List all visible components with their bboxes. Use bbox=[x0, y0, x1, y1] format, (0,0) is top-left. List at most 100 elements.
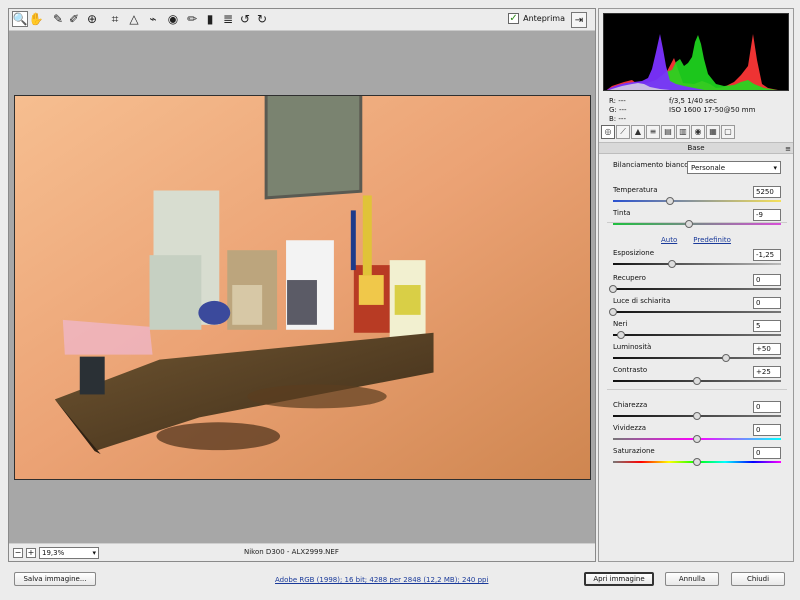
default-link[interactable]: Predefinito bbox=[693, 236, 731, 244]
tool-bar: 🔍 ✋ ✎ ✐ ⊕ ⌗ △ ⌁ ◉ ✏ ▮ ≣ ↺ ↻ ✓ Anteprima … bbox=[9, 9, 595, 31]
brightness-value-field[interactable]: +50 bbox=[753, 343, 781, 355]
exposure-label: Esposizione bbox=[613, 249, 655, 257]
tint-row: Tinta -9 bbox=[613, 209, 781, 228]
camera-readout: R: --- G: --- B: --- f/3,5 1/40 sec ISO … bbox=[609, 97, 785, 123]
brightness-label: Luminosità bbox=[613, 343, 652, 351]
temperature-label: Temperatura bbox=[613, 186, 658, 194]
camera-raw-window: 🔍 ✋ ✎ ✐ ⊕ ⌗ △ ⌁ ◉ ✏ ▮ ≣ ↺ ↻ ✓ Anteprima … bbox=[0, 0, 800, 600]
fullscreen-icon[interactable]: ⇥ bbox=[571, 12, 587, 28]
temperature-slider-track[interactable] bbox=[613, 197, 781, 205]
auto-link[interactable]: Auto bbox=[661, 236, 677, 244]
preview-toggle[interactable]: ✓ Anteprima bbox=[508, 13, 565, 24]
close-button[interactable]: Chiudi bbox=[731, 572, 785, 586]
saturation-label: Saturazione bbox=[613, 447, 655, 455]
fill-light-value-field[interactable]: 0 bbox=[753, 297, 781, 309]
list-icon[interactable]: ≣ bbox=[220, 11, 236, 27]
eyedropper-icon[interactable]: ✎ bbox=[50, 11, 66, 27]
tab-split-tone-icon[interactable]: ▤ bbox=[661, 125, 675, 139]
cancel-button[interactable]: Annulla bbox=[665, 572, 719, 586]
exif-values: f/3,5 1/40 sec ISO 1600 17-50@50 mm bbox=[669, 97, 755, 115]
recovery-slider-thumb[interactable] bbox=[609, 285, 617, 293]
zoom-select[interactable]: 19,3% ▾ bbox=[39, 547, 99, 559]
eye-icon[interactable]: ◉ bbox=[165, 11, 181, 27]
straighten-icon[interactable]: △ bbox=[126, 11, 142, 27]
separator bbox=[607, 389, 787, 390]
hand-icon[interactable]: ✋ bbox=[28, 11, 44, 27]
target-icon[interactable]: ⊕ bbox=[84, 11, 100, 27]
auto-default-links: Auto Predefinito bbox=[661, 236, 731, 244]
lens-value: 17-50@50 mm bbox=[703, 106, 756, 114]
open-image-button[interactable]: Apri immagine bbox=[584, 572, 654, 586]
blacks-value-field[interactable]: 5 bbox=[753, 320, 781, 332]
white-balance-value: Personale bbox=[691, 163, 726, 172]
tint-label: Tinta bbox=[613, 209, 631, 217]
photo-preview[interactable] bbox=[14, 95, 591, 480]
fill-light-slider-thumb[interactable] bbox=[609, 308, 617, 316]
saturation-value-field[interactable]: 0 bbox=[753, 447, 781, 459]
brush-icon[interactable]: ⌁ bbox=[145, 11, 161, 27]
clarity-slider-thumb[interactable] bbox=[693, 412, 701, 420]
exposure-value-field[interactable]: -1,25 bbox=[753, 249, 781, 261]
vibrance-slider-thumb[interactable] bbox=[693, 435, 701, 443]
brightness-slider-thumb[interactable] bbox=[721, 354, 730, 362]
zoom-value: 19,3% bbox=[42, 549, 65, 557]
exposure-slider-track[interactable] bbox=[613, 260, 781, 268]
preview-label: Anteprima bbox=[523, 14, 565, 23]
blacks-slider-track[interactable] bbox=[613, 331, 781, 339]
gradient-icon[interactable]: ▮ bbox=[202, 11, 218, 27]
tab-snapshots-icon[interactable]: ▢ bbox=[721, 125, 735, 139]
tab-camera-icon[interactable]: ◉ bbox=[691, 125, 705, 139]
temperature-row: Temperatura 5250 bbox=[613, 186, 781, 205]
menu-icon[interactable]: ≡ bbox=[785, 144, 791, 154]
vibrance-label: Vividezza bbox=[613, 424, 647, 432]
bottom-bar: Salva immagine... Adobe RGB (1998); 16 b… bbox=[0, 566, 800, 600]
rotate-right-icon[interactable]: ↻ bbox=[254, 11, 270, 27]
saturation-row: Saturazione 0 bbox=[613, 447, 781, 466]
aperture-value: f/3,5 bbox=[669, 97, 685, 105]
contrast-value-field[interactable]: +25 bbox=[753, 366, 781, 378]
tab-basic-icon[interactable]: ◎ bbox=[601, 125, 615, 139]
exposure-slider-thumb[interactable] bbox=[667, 260, 676, 268]
saturation-slider-thumb[interactable] bbox=[693, 458, 701, 466]
tab-lens-icon[interactable]: ▥ bbox=[676, 125, 690, 139]
zoom-out-icon[interactable]: − bbox=[13, 548, 23, 558]
preview-checkbox[interactable]: ✓ bbox=[508, 13, 520, 24]
rotate-left-icon[interactable]: ↺ bbox=[237, 11, 253, 27]
panel-title: Base bbox=[687, 144, 705, 152]
clarity-value-field[interactable]: 0 bbox=[753, 401, 781, 413]
adjustment-panel: R: --- G: --- B: --- f/3,5 1/40 sec ISO … bbox=[598, 8, 794, 562]
save-image-button[interactable]: Salva immagine... bbox=[14, 572, 96, 586]
blacks-slider-thumb[interactable] bbox=[617, 331, 626, 339]
zoom-in-icon[interactable]: + bbox=[26, 548, 36, 558]
tint-slider-track[interactable] bbox=[613, 220, 781, 228]
brightness-slider-track[interactable] bbox=[613, 354, 781, 362]
magnifier-icon[interactable]: 🔍 bbox=[12, 11, 28, 27]
recovery-slider-track[interactable] bbox=[609, 285, 781, 293]
iso-value: ISO 1600 bbox=[669, 106, 702, 114]
contrast-slider-thumb[interactable] bbox=[693, 377, 701, 385]
vibrance-row: Vividezza 0 bbox=[613, 424, 781, 443]
vibrance-value-field[interactable]: 0 bbox=[753, 424, 781, 436]
shutter-value: 1/40 sec bbox=[687, 97, 717, 105]
workflow-options-link[interactable]: Adobe RGB (1998); 16 bit; 4288 per 2848 … bbox=[275, 576, 488, 584]
tint-value-field[interactable]: -9 bbox=[753, 209, 781, 221]
blacks-label: Neri bbox=[613, 320, 628, 328]
temperature-slider-thumb[interactable] bbox=[666, 197, 675, 205]
white-balance-select[interactable]: Personale ▾ bbox=[687, 161, 781, 174]
contrast-slider-track[interactable] bbox=[613, 377, 781, 385]
tab-hsl-icon[interactable]: ≡ bbox=[646, 125, 660, 139]
temperature-value-field[interactable]: 5250 bbox=[753, 186, 781, 198]
paintbrush-icon[interactable]: ✏ bbox=[184, 11, 200, 27]
fill-light-slider-track[interactable] bbox=[609, 308, 781, 316]
eyedropper-plus-icon[interactable]: ✐ bbox=[66, 11, 82, 27]
tab-presets-icon[interactable]: ▦ bbox=[706, 125, 720, 139]
crop-icon[interactable]: ⌗ bbox=[107, 11, 123, 27]
exposure-row: Esposizione -1,25 bbox=[613, 249, 781, 268]
vibrance-slider-track[interactable] bbox=[613, 435, 781, 443]
tab-detail-icon[interactable]: ▲ bbox=[631, 125, 645, 139]
saturation-slider-track[interactable] bbox=[613, 458, 781, 466]
tint-slider-thumb[interactable] bbox=[684, 220, 693, 228]
recovery-value-field[interactable]: 0 bbox=[753, 274, 781, 286]
tab-curve-icon[interactable]: ⟋ bbox=[616, 125, 630, 139]
clarity-slider-track[interactable] bbox=[613, 412, 781, 420]
